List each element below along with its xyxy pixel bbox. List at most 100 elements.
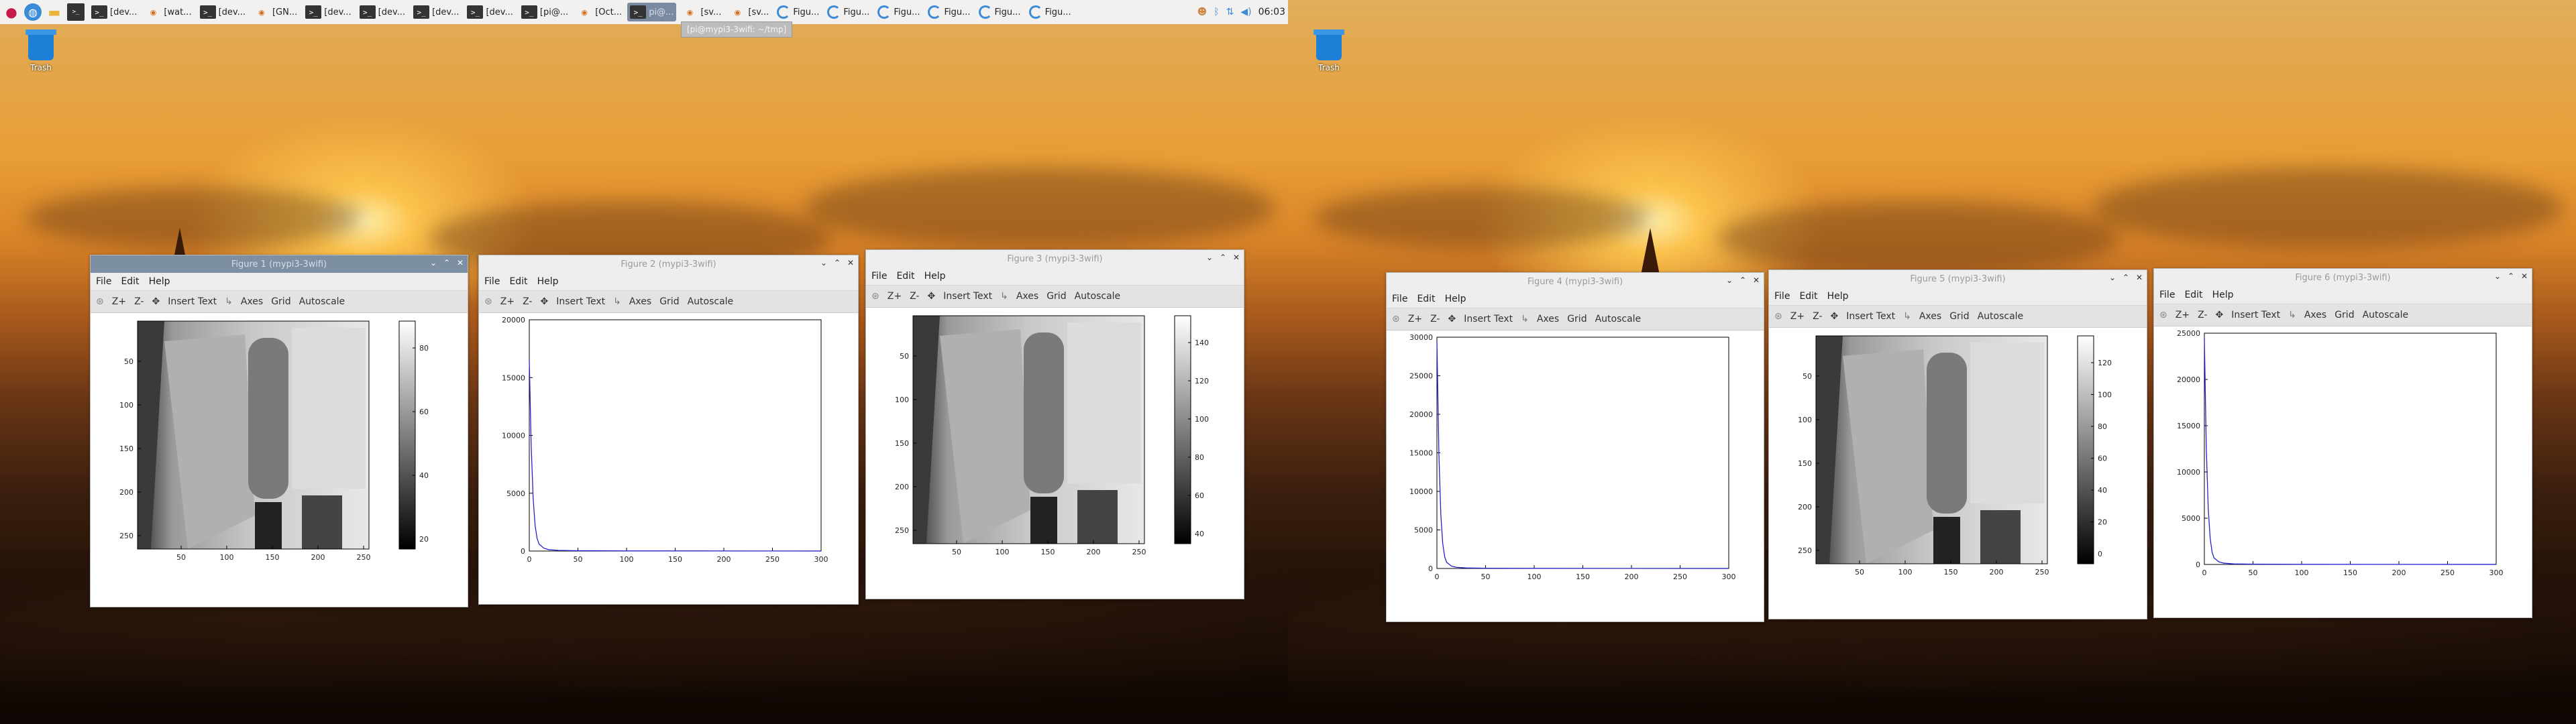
menu-help[interactable]: Help xyxy=(924,271,946,282)
select-pointer-icon[interactable]: ↳ xyxy=(613,296,621,307)
grid-button[interactable]: Grid xyxy=(1046,291,1066,302)
minimize-icon[interactable]: ⌄ xyxy=(819,258,828,267)
globe-icon[interactable]: ◍ xyxy=(24,3,42,21)
maximize-icon[interactable]: ⌃ xyxy=(442,258,451,267)
autoscale-button[interactable]: Autoscale xyxy=(688,296,734,307)
select-pointer-icon[interactable]: ↳ xyxy=(1903,311,1911,322)
rotate-icon[interactable]: ⊛ xyxy=(1774,311,1782,322)
taskbar-window-button[interactable]: Figu... xyxy=(875,3,922,21)
menu-edit[interactable]: Edit xyxy=(2184,290,2202,300)
zoom-out-button[interactable]: Z- xyxy=(910,291,919,302)
taskbar-window-button[interactable]: Figu... xyxy=(824,3,872,21)
minimize-icon[interactable]: ⌄ xyxy=(1205,253,1214,262)
select-pointer-icon[interactable]: ↳ xyxy=(225,296,233,307)
select-pointer-icon[interactable]: ↳ xyxy=(1000,291,1008,302)
zoom-out-button[interactable]: Z- xyxy=(1430,314,1440,324)
grid-button[interactable]: Grid xyxy=(1567,314,1587,324)
close-icon[interactable]: ✕ xyxy=(1232,253,1241,262)
menu-file[interactable]: File xyxy=(484,276,500,287)
close-icon[interactable]: ✕ xyxy=(2135,273,2144,282)
pan-icon[interactable]: ✥ xyxy=(1448,314,1456,324)
insert-text-button[interactable]: Insert Text xyxy=(2231,310,2280,320)
close-icon[interactable]: ✕ xyxy=(2520,272,2529,281)
rotate-icon[interactable]: ⊛ xyxy=(2159,310,2167,320)
plot-canvas[interactable]: 25000 20000 15000 10000 5000 0 0 50 100 150 200 250… xyxy=(2154,326,2532,617)
raspberry-menu-icon[interactable]: ● xyxy=(3,3,20,21)
menu-help[interactable]: Help xyxy=(2212,290,2234,300)
grid-button[interactable]: Grid xyxy=(271,296,290,307)
axes-button[interactable]: Axes xyxy=(629,296,651,307)
taskbar-window-button[interactable]: >_ [dev... xyxy=(464,3,515,21)
menu-help[interactable]: Help xyxy=(537,276,559,287)
taskbar-window-button[interactable]: >_ [dev... xyxy=(303,3,354,21)
zoom-in-button[interactable]: Z+ xyxy=(1408,314,1422,324)
rotate-icon[interactable]: ⊛ xyxy=(1392,314,1400,324)
trash-desktop-icon[interactable]: Trash xyxy=(1305,29,1352,72)
taskbar-window-button[interactable]: >_ [dev... xyxy=(411,3,462,21)
menu-help[interactable]: Help xyxy=(149,276,170,287)
zoom-out-button[interactable]: Z- xyxy=(1813,311,1822,322)
pan-icon[interactable]: ✥ xyxy=(1830,311,1838,322)
pan-icon[interactable]: ✥ xyxy=(540,296,548,307)
taskbar-window-button[interactable]: >_ [pi@... xyxy=(519,3,571,21)
volume-icon[interactable]: ◀) xyxy=(1240,7,1251,17)
minimize-icon[interactable]: ⌄ xyxy=(429,258,438,267)
taskbar-window-button[interactable]: >_ [dev... xyxy=(197,3,248,21)
pan-icon[interactable]: ✥ xyxy=(2215,310,2223,320)
axes-button[interactable]: Axes xyxy=(241,296,263,307)
grid-button[interactable]: Grid xyxy=(1949,311,1969,322)
grid-button[interactable]: Grid xyxy=(2334,310,2354,320)
insert-text-button[interactable]: Insert Text xyxy=(1846,311,1895,322)
taskbar-window-button[interactable]: Figu... xyxy=(925,3,973,21)
menu-file[interactable]: File xyxy=(1392,294,1407,304)
window-titlebar[interactable]: Figure 3 (mypi3-3wifi) ⌄ ⌃ ✕ xyxy=(866,250,1244,267)
rotate-icon[interactable]: ⊛ xyxy=(96,296,104,307)
maximize-icon[interactable]: ⌃ xyxy=(2506,272,2516,281)
autoscale-button[interactable]: Autoscale xyxy=(299,296,345,307)
taskbar-window-button[interactable]: Figu... xyxy=(1026,3,1074,21)
insert-text-button[interactable]: Insert Text xyxy=(168,296,217,307)
autoscale-button[interactable]: Autoscale xyxy=(1075,291,1121,302)
grid-button[interactable]: Grid xyxy=(659,296,679,307)
folder-icon[interactable]: ▬ xyxy=(46,3,63,21)
zoom-in-button[interactable]: Z+ xyxy=(112,296,126,307)
axes-button[interactable]: Axes xyxy=(1537,314,1559,324)
plot-canvas[interactable]: 50 100 150 200 250 50 100 150 200 250 80 60 40 20 xyxy=(91,313,468,607)
menu-edit[interactable]: Edit xyxy=(896,271,914,282)
taskbar-window-button[interactable]: ◉ [Oct... xyxy=(574,3,625,21)
menu-file[interactable]: File xyxy=(1774,291,1790,302)
close-icon[interactable]: ✕ xyxy=(1752,276,1761,285)
network-arrows-icon[interactable]: ⇅ xyxy=(1226,7,1234,17)
zoom-out-button[interactable]: Z- xyxy=(134,296,144,307)
clock[interactable]: 06:03 xyxy=(1258,7,1285,17)
autoscale-button[interactable]: Autoscale xyxy=(2363,310,2409,320)
rotate-icon[interactable]: ⊛ xyxy=(871,291,879,302)
menu-file[interactable]: File xyxy=(96,276,111,287)
menu-help[interactable]: Help xyxy=(1445,294,1466,304)
maximize-icon[interactable]: ⌃ xyxy=(2121,273,2131,282)
taskbar-window-button[interactable]: ◉ [sv... xyxy=(679,3,724,21)
menu-edit[interactable]: Edit xyxy=(509,276,527,287)
taskbar-window-button[interactable]: >_ pi@... xyxy=(627,3,677,21)
taskbar-window-button[interactable]: Figu... xyxy=(976,3,1024,21)
bluetooth-icon[interactable]: ᛒ xyxy=(1214,7,1219,17)
plot-canvas[interactable]: 20000 15000 10000 5000 0 0 50 100 150 200 250 300 xyxy=(479,313,858,604)
axes-button[interactable]: Axes xyxy=(2304,310,2326,320)
trash-desktop-icon[interactable]: Trash xyxy=(17,29,64,72)
insert-text-button[interactable]: Insert Text xyxy=(556,296,605,307)
pan-icon[interactable]: ✥ xyxy=(927,291,935,302)
menu-file[interactable]: File xyxy=(871,271,887,282)
menu-edit[interactable]: Edit xyxy=(121,276,139,287)
taskbar-window-button[interactable]: >_ [dev... xyxy=(357,3,408,21)
minimize-icon[interactable]: ⌄ xyxy=(1725,276,1734,285)
close-icon[interactable]: ✕ xyxy=(846,258,855,267)
zoom-in-button[interactable]: Z+ xyxy=(888,291,902,302)
window-titlebar[interactable]: Figure 1 (mypi3-3wifi) ⌄ ⌃ ✕ xyxy=(91,255,468,273)
taskbar-window-button[interactable]: ◉ [GN... xyxy=(251,3,300,21)
zoom-in-button[interactable]: Z+ xyxy=(500,296,515,307)
select-pointer-icon[interactable]: ↳ xyxy=(2288,310,2296,320)
autoscale-button[interactable]: Autoscale xyxy=(1978,311,2024,322)
menu-edit[interactable]: Edit xyxy=(1417,294,1435,304)
zoom-in-button[interactable]: Z+ xyxy=(1790,311,1805,322)
taskbar-window-button[interactable]: ◉ [wat... xyxy=(142,3,194,21)
